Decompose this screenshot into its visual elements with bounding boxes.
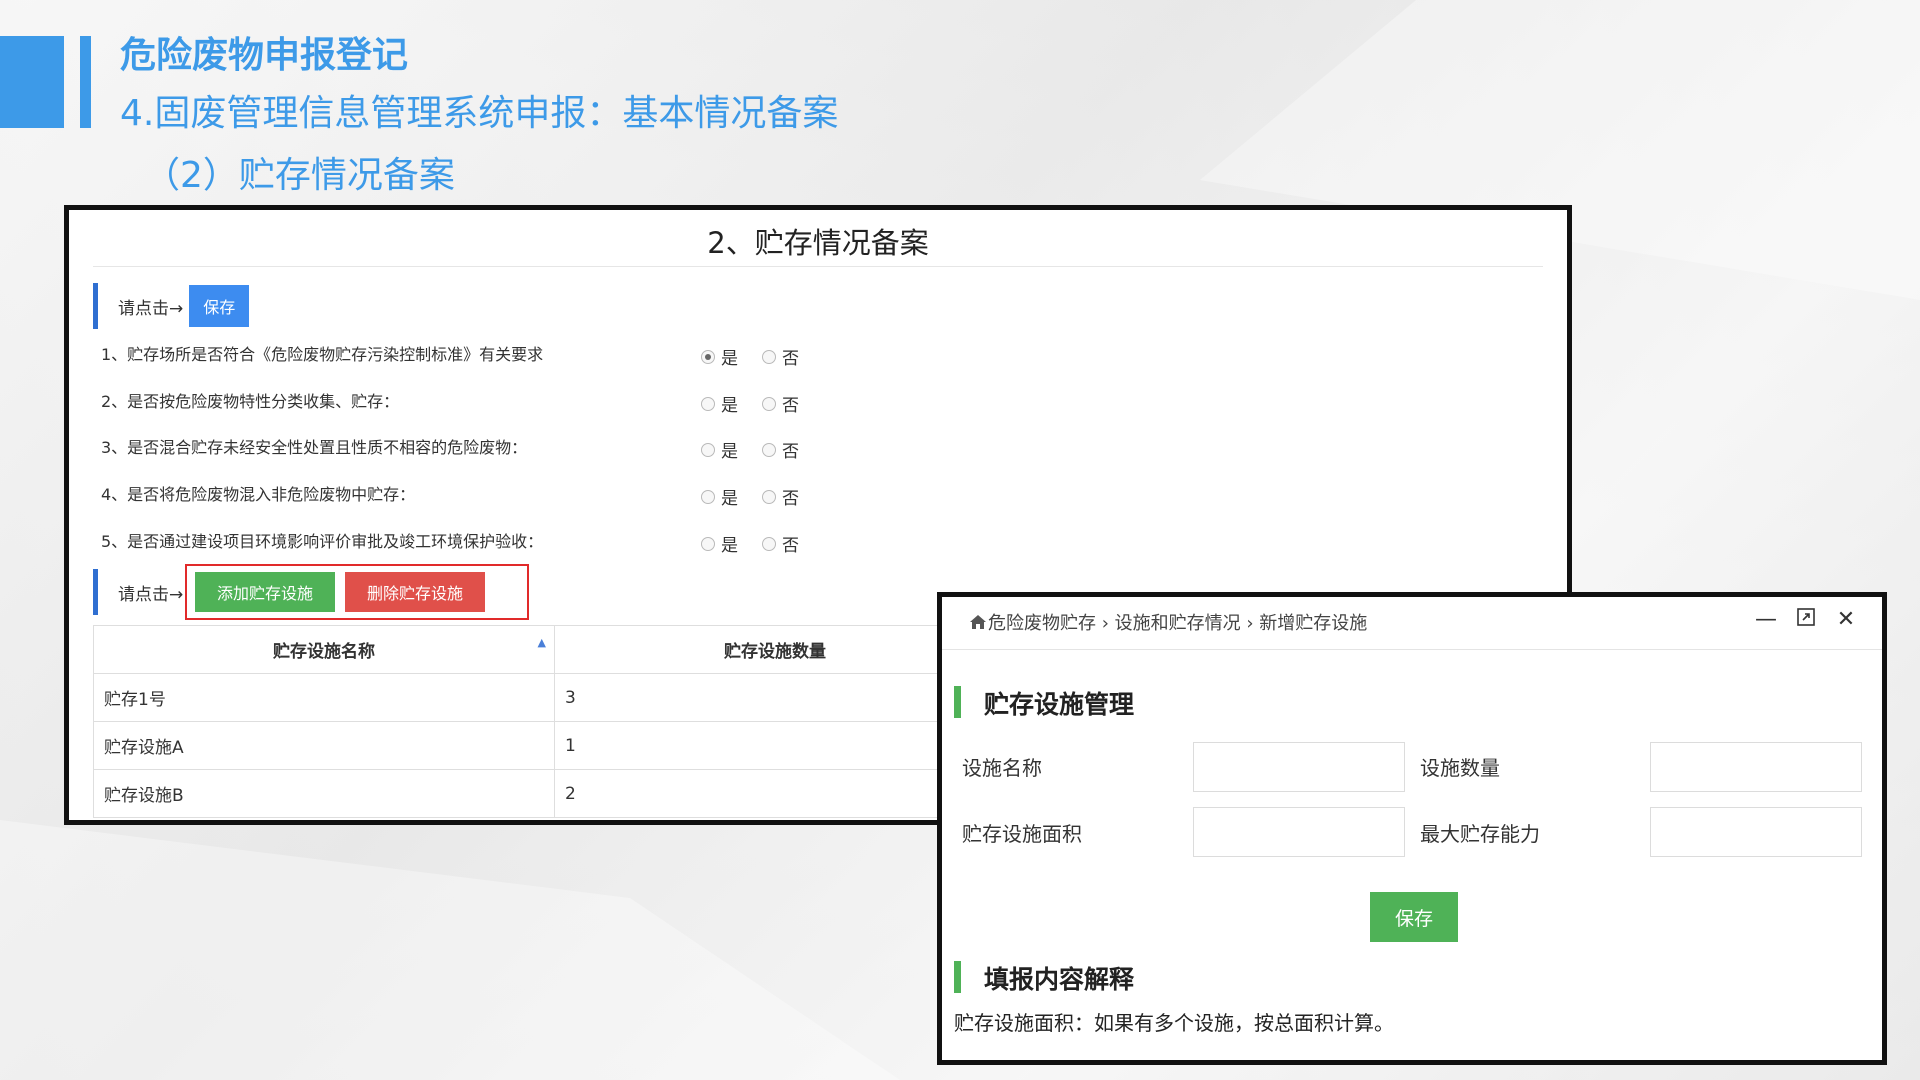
- facility-count-cell: 2: [554, 769, 996, 818]
- question-4-options: 是 否: [701, 484, 799, 509]
- radio-no[interactable]: [762, 536, 776, 551]
- sort-asc-icon[interactable]: ▲: [538, 636, 546, 649]
- question-5: 5、是否通过建设项目环境影响评价审批及竣工环境保护验收：: [101, 532, 544, 551]
- storage-facility-table: 贮存设施名称 ▲ 贮存设施数量 贮存1号 3 贮存设施A 1 贮存设施B 2: [93, 625, 996, 818]
- section-marker: [93, 283, 98, 329]
- option-no-label: 否: [782, 489, 799, 509]
- explanation-text: 贮存设施面积：如果有多个设施，按总面积计算。: [954, 1011, 1394, 1035]
- home-icon: [970, 615, 986, 629]
- facility-management-title: 贮存设施管理: [984, 690, 1135, 719]
- question-1: 1、贮存场所是否符合《危险废物贮存污染控制标准》有关要求: [101, 345, 544, 364]
- title-accent-block: [0, 36, 64, 128]
- facility-name-cell: 贮存设施A: [93, 721, 555, 770]
- column-header-count[interactable]: 贮存设施数量: [554, 625, 996, 674]
- save-action-row: 请点击→ 保存: [93, 282, 250, 330]
- question-3-options: 是 否: [701, 437, 799, 462]
- option-no-label: 否: [782, 442, 799, 462]
- facility-area-input[interactable]: [1193, 807, 1405, 857]
- question-4: 4、是否将危险废物混入非危险废物中贮存：: [101, 485, 416, 504]
- question-2: 2、是否按危险废物特性分类收集、贮存：: [101, 392, 400, 411]
- title-accent-bar: [80, 36, 91, 128]
- column-header-name[interactable]: 贮存设施名称 ▲: [93, 625, 555, 674]
- option-yes-label: 是: [721, 396, 738, 416]
- breadcrumb: 危险废物贮存 › 设施和贮存情况 › 新增贮存设施: [970, 609, 1367, 635]
- title-divider: [93, 266, 1543, 267]
- add-storage-facility-button[interactable]: 添加贮存设施: [195, 572, 335, 612]
- facility-count-cell: 1: [554, 721, 996, 770]
- facility-name-input[interactable]: [1193, 742, 1405, 792]
- option-no-label: 否: [782, 349, 799, 369]
- click-prompt-label: 请点击→: [118, 584, 184, 605]
- radio-no[interactable]: [762, 489, 776, 504]
- option-yes-label: 是: [721, 489, 738, 509]
- question-3: 3、是否混合贮存未经安全性处置且性质不相容的危险废物：: [101, 438, 528, 457]
- dialog-header: 危险废物贮存 › 设施和贮存情况 › 新增贮存设施 — ✕: [942, 597, 1882, 650]
- dialog-save-button[interactable]: 保存: [1370, 892, 1458, 942]
- section-marker: [954, 961, 961, 993]
- radio-no[interactable]: [762, 442, 776, 457]
- max-capacity-label: 最大贮存能力: [1420, 822, 1540, 846]
- explanation-title: 填报内容解释: [984, 965, 1135, 994]
- close-icon[interactable]: ✕: [1832, 607, 1860, 632]
- slide-subtitle: 4.固废管理信息管理系统申报：基本情况备案: [120, 93, 839, 134]
- table-header-row: 贮存设施名称 ▲ 贮存设施数量: [93, 625, 996, 674]
- radio-yes[interactable]: [701, 489, 715, 504]
- option-no-label: 否: [782, 536, 799, 556]
- max-capacity-input[interactable]: [1650, 807, 1862, 857]
- slide-title: 危险废物申报登记: [120, 35, 409, 76]
- delete-storage-facility-button[interactable]: 删除贮存设施: [345, 572, 485, 612]
- radio-yes[interactable]: [701, 536, 715, 551]
- radio-no[interactable]: [762, 396, 776, 411]
- table-row[interactable]: 贮存设施B 2: [93, 769, 996, 818]
- breadcrumb-text: 危险废物贮存 › 设施和贮存情况 › 新增贮存设施: [988, 613, 1368, 634]
- facility-count-label: 设施数量: [1420, 756, 1500, 780]
- question-1-options: 是 否: [701, 344, 799, 369]
- option-yes-label: 是: [721, 349, 738, 369]
- facility-name-cell: 贮存设施B: [93, 769, 555, 818]
- option-yes-label: 是: [721, 442, 738, 462]
- background-shape: [0, 820, 900, 1080]
- question-5-options: 是 否: [701, 531, 799, 556]
- click-prompt-label: 请点击→: [118, 298, 184, 319]
- facility-count-cell: 3: [554, 673, 996, 722]
- save-button[interactable]: 保存: [189, 285, 250, 327]
- facility-area-label: 贮存设施面积: [962, 822, 1082, 846]
- radio-yes[interactable]: [701, 442, 715, 457]
- radio-yes[interactable]: [701, 349, 715, 364]
- radio-no[interactable]: [762, 349, 776, 364]
- table-row[interactable]: 贮存设施A 1: [93, 721, 996, 770]
- radio-yes[interactable]: [701, 396, 715, 411]
- question-2-options: 是 否: [701, 391, 799, 416]
- minimize-icon[interactable]: —: [1752, 607, 1780, 632]
- table-row[interactable]: 贮存1号 3: [93, 673, 996, 722]
- maximize-icon[interactable]: [1792, 607, 1820, 633]
- section-marker: [954, 686, 961, 718]
- facility-name-cell: 贮存1号: [93, 673, 555, 722]
- add-facility-dialog: 危险废物贮存 › 设施和贮存情况 › 新增贮存设施 — ✕ 贮存设施管理 设施名…: [937, 592, 1887, 1065]
- panel-title: 2、贮存情况备案: [707, 226, 929, 260]
- slide-section-title: （2）贮存情况备案: [144, 155, 455, 196]
- facility-name-label: 设施名称: [962, 756, 1042, 780]
- facility-action-row: 请点击→: [93, 568, 189, 616]
- section-marker: [93, 569, 98, 615]
- option-no-label: 否: [782, 396, 799, 416]
- facility-count-input[interactable]: [1650, 742, 1862, 792]
- option-yes-label: 是: [721, 536, 738, 556]
